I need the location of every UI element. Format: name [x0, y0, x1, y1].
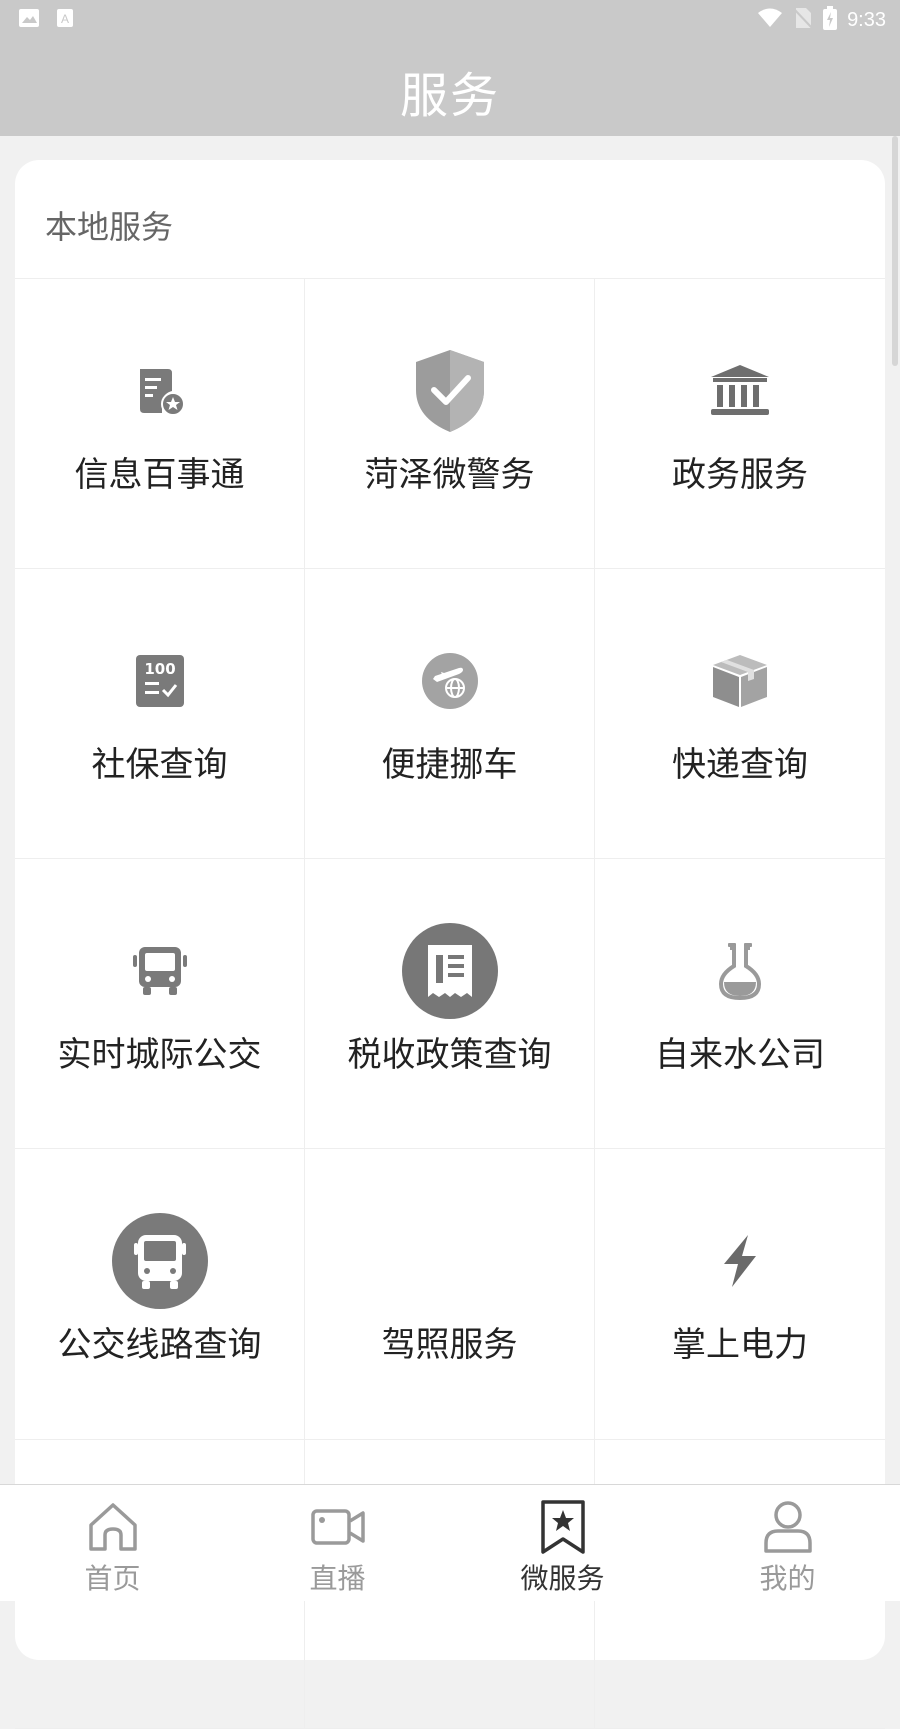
wifi-icon — [757, 8, 783, 32]
bus-circle-icon — [110, 1211, 210, 1311]
user-icon — [763, 1501, 812, 1553]
nav-label: 直播 — [309, 1562, 366, 1595]
service-label: 快递查询 — [672, 745, 808, 785]
scrollbar[interactable] — [892, 136, 898, 366]
svg-text:100: 100 — [144, 660, 175, 678]
service-item[interactable]: 政务服务 — [595, 279, 885, 569]
score-checklist-icon: 100 — [110, 631, 210, 731]
service-item[interactable]: 便捷挪车 — [305, 569, 595, 859]
service-item[interactable]: 掌上电力 — [595, 1149, 885, 1439]
local-services-card: 本地服务 信息百事通 菏泽微警务 政务服务 100 社保查询 便捷挪车 快递查询… — [15, 160, 885, 1729]
service-item[interactable]: 驾照服务 — [305, 1149, 595, 1439]
service-label: 税收政策查询 — [347, 1035, 552, 1075]
service-item[interactable]: 公交线路查询 — [15, 1149, 305, 1439]
nav-item-mine[interactable]: 我的 — [675, 1485, 900, 1601]
svg-text:A: A — [61, 12, 69, 26]
app-header: 服务 — [0, 36, 900, 136]
video-camera-icon — [310, 1509, 365, 1545]
receipt-circle-icon — [400, 921, 500, 1021]
status-time: 9:33 — [847, 8, 886, 31]
nav-label: 我的 — [759, 1562, 816, 1595]
service-label: 驾照服务 — [381, 1325, 518, 1365]
no-sim-icon — [793, 7, 813, 33]
service-item[interactable]: 自来水公司 — [595, 859, 885, 1149]
section-title: 本地服务 — [45, 208, 174, 246]
bus-icon — [110, 921, 210, 1021]
lightning-icon — [690, 1211, 790, 1311]
service-item[interactable]: 100 社保查询 — [15, 569, 305, 859]
bookmark-star-icon — [540, 1500, 585, 1554]
service-item[interactable]: 快递查询 — [595, 569, 885, 859]
package-box-icon — [690, 631, 790, 731]
service-label: 公交线路查询 — [57, 1325, 262, 1365]
service-item[interactable]: 信息百事通 — [15, 279, 305, 569]
page-title: 服务 — [399, 68, 500, 124]
home-icon — [88, 1503, 137, 1551]
blank-icon — [400, 1211, 500, 1311]
font-notification-icon: A — [56, 8, 74, 32]
service-label: 便捷挪车 — [381, 745, 518, 785]
service-label: 自来水公司 — [655, 1035, 825, 1075]
nav-item-live[interactable]: 直播 — [225, 1485, 450, 1601]
service-label: 实时城际公交 — [57, 1035, 262, 1075]
service-label: 政务服务 — [672, 455, 808, 495]
government-building-icon — [690, 341, 790, 441]
service-label: 社保查询 — [91, 745, 228, 785]
service-label: 掌上电力 — [672, 1325, 808, 1365]
nav-label: 首页 — [84, 1562, 141, 1595]
status-bar: A 9:33 — [0, 0, 900, 36]
service-item[interactable]: 菏泽微警务 — [305, 279, 595, 569]
service-label: 信息百事通 — [74, 455, 245, 495]
shield-check-icon — [400, 341, 500, 441]
nav-label: 微服务 — [520, 1562, 605, 1595]
image-notification-icon — [18, 8, 40, 32]
flask-icon — [690, 921, 790, 1021]
airplane-globe-icon — [400, 631, 500, 731]
bottom-nav: 首页 直播 微服务 我的 — [0, 1484, 900, 1601]
document-star-icon — [110, 341, 210, 441]
service-item[interactable]: 税收政策查询 — [305, 859, 595, 1149]
service-item[interactable]: 实时城际公交 — [15, 859, 305, 1149]
service-label: 菏泽微警务 — [364, 455, 535, 495]
battery-charging-icon — [823, 6, 838, 34]
nav-item-microservice[interactable]: 微服务 — [450, 1485, 675, 1601]
nav-item-home[interactable]: 首页 — [0, 1485, 225, 1601]
